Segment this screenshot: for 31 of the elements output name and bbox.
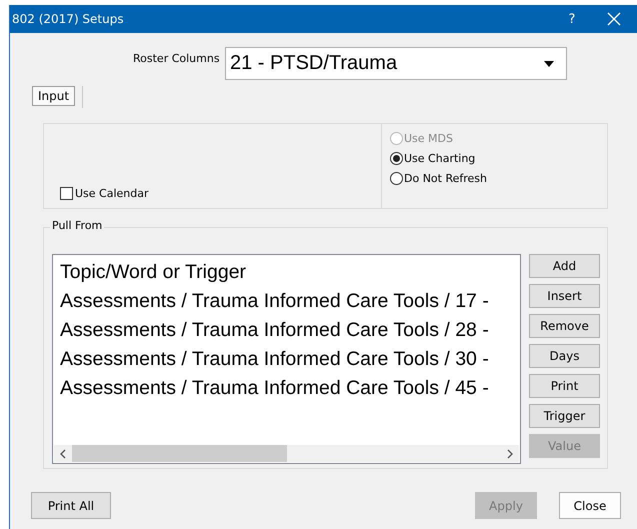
dropdown-caret-icon[interactable] [544, 60, 554, 66]
list-action-button[interactable]: Insert [529, 284, 600, 308]
radio-button[interactable] [390, 172, 403, 185]
list-item[interactable]: Assessments / Trauma Informed Care Tools / 17 - [60, 287, 520, 316]
radio-button[interactable] [390, 152, 403, 165]
radio-label: Do Not Refresh [404, 172, 488, 185]
tab[interactable]: Input [32, 86, 76, 106]
scroll-right-icon[interactable] [506, 448, 514, 458]
dialog-button[interactable]: Close [559, 492, 621, 519]
roster-dropdown[interactable]: 21 - PTSD/Trauma [225, 47, 567, 80]
checkbox[interactable] [60, 187, 73, 200]
list-item[interactable]: Assessments / Trauma Informed Care Tools / 30 - [60, 345, 520, 374]
help-button[interactable]: ? [557, 12, 587, 26]
list-action-button[interactable]: Print [529, 374, 600, 398]
window-title: 802 (2017) Setups [12, 12, 125, 26]
list-action-button[interactable]: Add [529, 254, 600, 278]
close-icon[interactable] [607, 12, 621, 26]
radio-label: Use Charting [404, 152, 476, 165]
list-action-button[interactable]: Days [529, 344, 600, 368]
scroll-left-icon[interactable] [59, 448, 67, 458]
field-label: Roster Columns [133, 52, 221, 65]
list-action-button[interactable]: Remove [529, 314, 600, 338]
list-item[interactable]: Assessments / Trauma Informed Care Tools / 45 - [60, 374, 520, 403]
group-title: Pull From [50, 219, 104, 232]
horizontal-scrollbar[interactable] [54, 445, 519, 462]
checkbox-label: Use Calendar [75, 187, 149, 200]
list-action-button[interactable]: Trigger [529, 404, 600, 428]
radio-label: Use MDS [404, 132, 453, 145]
list-item[interactable]: Assessments / Trauma Informed Care Tools / 28 - [60, 316, 520, 345]
list-item[interactable]: Topic/Word or Trigger [60, 258, 520, 287]
dialog-button[interactable]: Print All [31, 492, 111, 519]
